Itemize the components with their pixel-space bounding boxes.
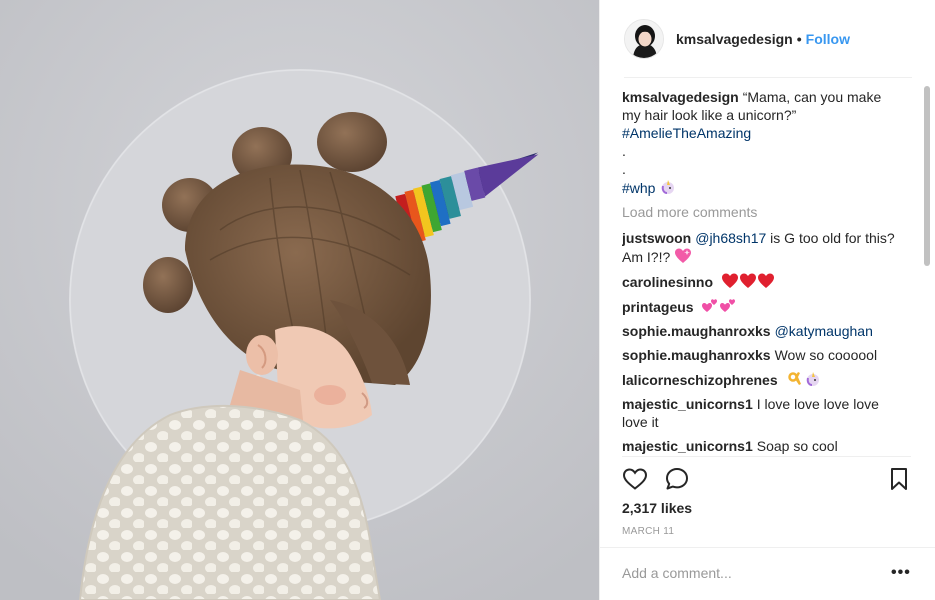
red-heart-emoji-icon	[721, 273, 738, 288]
action-bar	[622, 466, 914, 494]
comment-item: majestic_unicorns1 Soap so cool	[622, 437, 902, 455]
comment-username[interactable]: lalicorneschizophrenes	[622, 372, 778, 388]
comment-item: carolinesinno	[622, 272, 902, 291]
two-hearts-emoji-icon	[702, 299, 718, 312]
ok-hand-emoji-icon	[787, 372, 801, 385]
comment-mention[interactable]: @katymaughan	[775, 323, 873, 339]
unicorn-emoji-icon	[662, 180, 675, 194]
post-header: kmsalvagedesign • Follow	[600, 0, 935, 78]
comment-username[interactable]: justswoon	[622, 230, 691, 246]
header-divider	[624, 77, 912, 78]
header-separator: •	[796, 31, 802, 47]
comment-mention[interactable]: @jh68sh17	[695, 230, 766, 246]
more-options-icon[interactable]: •••	[891, 563, 910, 583]
load-more-comments-button[interactable]: Load more comments	[622, 203, 902, 221]
heart-outline-icon[interactable]	[622, 466, 648, 492]
comment-box-divider	[600, 547, 935, 548]
comment-item: sophie.maughanroxks Wow so coooool	[622, 346, 902, 364]
comment-item: printageus	[622, 297, 902, 316]
child-unicorn-photo-illustration	[0, 0, 599, 600]
comment-bubble-icon[interactable]	[664, 466, 690, 492]
post-photo[interactable]	[0, 0, 599, 600]
comments-list: kmsalvagedesign “Mama, can you make my ha…	[622, 88, 902, 456]
red-heart-emoji-icon	[757, 273, 774, 288]
caption-username[interactable]: kmsalvagedesign	[622, 89, 739, 105]
comment-text: Soap so cool	[756, 438, 838, 454]
comment-username[interactable]: majestic_unicorns1	[622, 396, 753, 412]
unicorn-emoji-icon	[806, 372, 819, 386]
instagram-post: kmsalvagedesign • Follow kmsalvagedesign…	[0, 0, 935, 600]
post-side-panel: kmsalvagedesign • Follow kmsalvagedesign…	[599, 0, 935, 600]
two-hearts-emoji-icon	[720, 299, 736, 312]
pink-heart-emoji-icon	[675, 248, 692, 263]
header-username[interactable]: kmsalvagedesign	[676, 31, 793, 47]
comment-username[interactable]: carolinesinno	[622, 274, 713, 290]
follow-button[interactable]: Follow	[806, 31, 850, 47]
avatar-portrait-icon	[625, 20, 663, 58]
caption-hashtag-whp[interactable]: #whp	[622, 180, 655, 196]
add-comment-input[interactable]	[622, 563, 862, 583]
comment-item: majestic_unicorns1 I love love love love …	[622, 395, 902, 431]
likes-count[interactable]: 2,317 likes	[622, 500, 692, 516]
comment-text: Wow so coooool	[774, 347, 878, 363]
caption-hashtag[interactable]: #AmelieTheAmazing	[622, 124, 902, 142]
comment-item: lalicorneschizophrenes	[622, 370, 902, 389]
avatar[interactable]	[624, 19, 664, 59]
comment-item: justswoon @jh68sh17 is G too old for this…	[622, 229, 902, 266]
post-date: MARCH 11	[622, 526, 675, 537]
comment-username[interactable]: sophie.maughanroxks	[622, 347, 771, 363]
comment-username[interactable]: printageus	[622, 299, 694, 315]
bookmark-icon[interactable]	[886, 466, 912, 492]
scrollbar-thumb[interactable]	[924, 86, 930, 266]
red-heart-emoji-icon	[739, 273, 756, 288]
caption-dot-1: .	[622, 143, 626, 159]
comment-username[interactable]: sophie.maughanroxks	[622, 323, 771, 339]
caption-dot-2: .	[622, 161, 626, 177]
comments-scrollbar[interactable]	[923, 84, 931, 458]
actions-divider	[622, 456, 911, 457]
comment-username[interactable]: majestic_unicorns1	[622, 438, 753, 454]
caption: kmsalvagedesign “Mama, can you make my ha…	[622, 88, 902, 197]
comment-item: sophie.maughanroxks @katymaughan	[622, 322, 902, 340]
